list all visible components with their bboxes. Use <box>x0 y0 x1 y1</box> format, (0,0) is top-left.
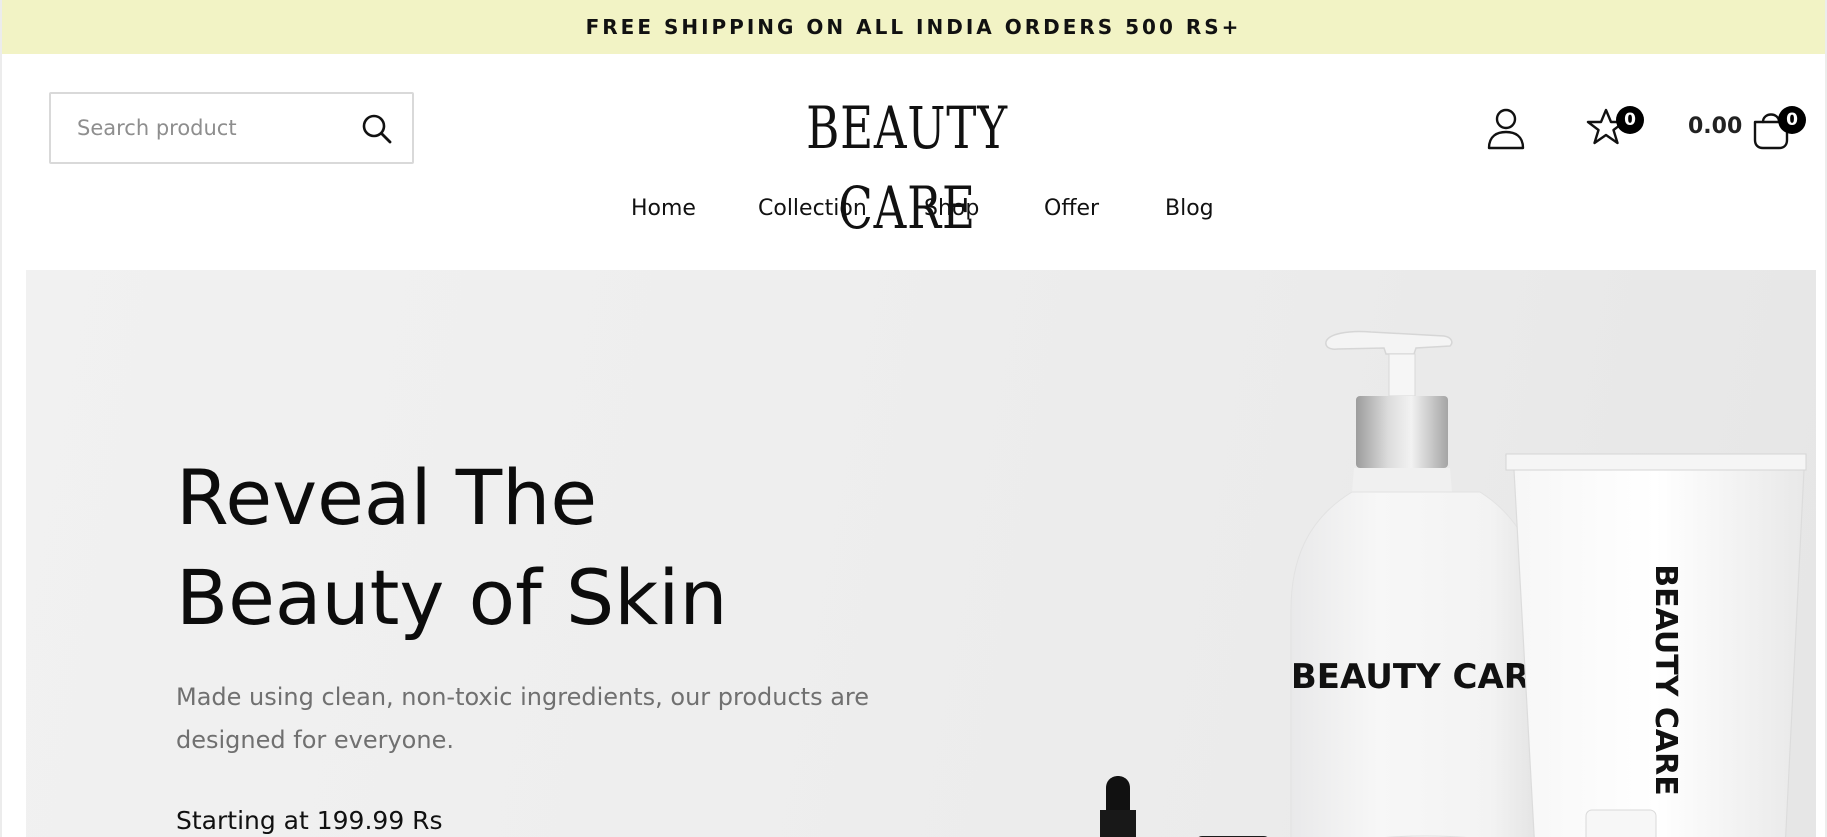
nav-item-offer[interactable]: Offer <box>1044 196 1099 221</box>
cart-total[interactable]: 0.00 <box>1688 114 1742 139</box>
user-icon[interactable] <box>1486 106 1526 150</box>
main-nav: Home Collection Shop Offer Blog <box>2 196 1825 226</box>
wishlist-count-badge: 0 <box>1616 106 1644 134</box>
hero-banner: Reveal The Beauty of Skin Made using cle… <box>26 270 1816 837</box>
hero-title-line-2: Beauty of Skin <box>176 553 728 642</box>
hero-title: Reveal The Beauty of Skin <box>176 448 728 648</box>
announcement-text: FREE SHIPPING ON ALL INDIA ORDERS 500 RS… <box>585 15 1242 39</box>
logo[interactable]: BEAUTY CARE <box>747 88 1067 242</box>
cart-count-badge: 0 <box>1778 106 1806 134</box>
nav-item-home[interactable]: Home <box>631 196 696 221</box>
product-image: BEAUTY CARE BEAUTY CARE <box>1100 330 1807 837</box>
tube-label: BEAUTY CARE <box>1648 564 1683 795</box>
search-icon[interactable] <box>360 112 394 146</box>
hero-price: Starting at 199.99 Rs <box>176 806 443 835</box>
search-input[interactable] <box>75 108 345 148</box>
announcement-bar: FREE SHIPPING ON ALL INDIA ORDERS 500 RS… <box>2 0 1825 54</box>
hero-title-line-1: Reveal The <box>176 453 598 542</box>
nav-item-blog[interactable]: Blog <box>1165 196 1214 221</box>
nav-item-shop[interactable]: Shop <box>924 196 979 221</box>
hero-description: Made using clean, non-toxic ingredients,… <box>176 683 870 754</box>
search-box <box>49 92 414 164</box>
bottle-label: BEAUTY CARE <box>1291 657 1553 697</box>
nav-item-collection[interactable]: Collection <box>758 196 867 221</box>
page-frame: FREE SHIPPING ON ALL INDIA ORDERS 500 RS… <box>0 0 1827 837</box>
